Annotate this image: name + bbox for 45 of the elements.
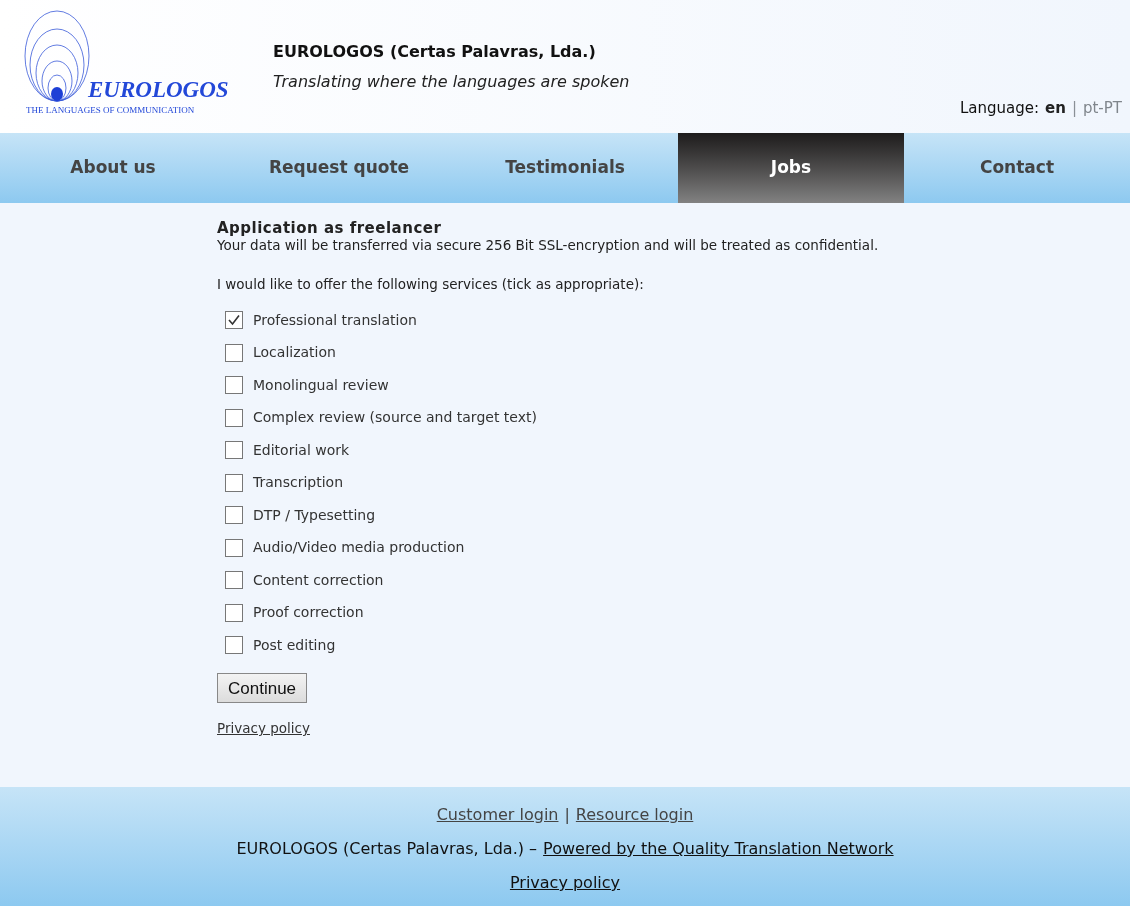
checkbox[interactable] bbox=[225, 441, 243, 460]
service-label: Localization bbox=[253, 343, 336, 363]
nav-tab[interactable]: Testimonials bbox=[452, 133, 678, 203]
services-prompt: I would like to offer the following services (tick as appropriate): bbox=[217, 275, 645, 294]
nav-tab[interactable]: Jobs bbox=[678, 133, 904, 203]
checkbox[interactable] bbox=[225, 603, 243, 622]
checkbox[interactable] bbox=[225, 376, 243, 395]
language-label: Language: bbox=[959, 98, 1040, 119]
nav-tab[interactable]: About us bbox=[0, 133, 226, 203]
service-label: Transcription bbox=[253, 473, 344, 493]
service-label: Editorial work bbox=[253, 440, 350, 460]
checkbox[interactable] bbox=[225, 538, 243, 557]
service-label: Monolingual review bbox=[253, 375, 389, 395]
checkbox[interactable] bbox=[225, 636, 243, 655]
security-note: Your data will be transferred via secure 256 Bit SSL-encryption and will be treated as confidential. bbox=[217, 237, 880, 254]
nav-tab[interactable]: Request quote bbox=[226, 133, 452, 203]
form-title: Application as freelancer bbox=[217, 219, 443, 237]
company-name: EUROLOGOS (Certas Palavras, Lda.) bbox=[273, 41, 597, 63]
checkbox[interactable] bbox=[225, 506, 243, 525]
checkbox[interactable] bbox=[225, 311, 243, 330]
checkbox[interactable] bbox=[225, 473, 243, 492]
service-label: Professional translation bbox=[253, 310, 417, 330]
service-label: Proof correction bbox=[253, 603, 364, 623]
continue-button[interactable]: Continue bbox=[217, 673, 308, 704]
login-link[interactable]: Resource login bbox=[575, 804, 694, 826]
footer-company-name: EUROLOGOS (Certas Palavras, Lda.) – bbox=[236, 838, 538, 860]
login-link[interactable]: Customer login bbox=[436, 804, 559, 826]
checkbox[interactable] bbox=[225, 408, 243, 427]
service-label: Post editing bbox=[253, 635, 336, 655]
separator: | bbox=[564, 804, 570, 826]
service-label: DTP / Typesetting bbox=[253, 505, 376, 525]
checkbox[interactable] bbox=[225, 571, 243, 590]
service-label: Complex review (source and target text) bbox=[253, 408, 537, 428]
slogan: Translating where the languages are spoken bbox=[273, 71, 630, 93]
nav-tab[interactable]: Contact bbox=[904, 133, 1130, 203]
logo-tagline: THE LANGUAGES OF COMMUNICATION bbox=[26, 106, 195, 115]
separator: | bbox=[1071, 98, 1077, 119]
logo-wordmark: EUROLOGOS bbox=[88, 78, 229, 101]
network-link[interactable]: Powered by the Quality Translation Network bbox=[543, 838, 894, 860]
checkbox[interactable] bbox=[225, 343, 243, 362]
service-label: Audio/Video media production bbox=[253, 538, 465, 558]
service-label: Content correction bbox=[253, 570, 384, 590]
privacy-policy-link[interactable]: Privacy policy bbox=[509, 872, 621, 894]
language-link[interactable]: en bbox=[1045, 97, 1066, 119]
privacy-policy-link[interactable]: Privacy policy bbox=[217, 720, 310, 737]
